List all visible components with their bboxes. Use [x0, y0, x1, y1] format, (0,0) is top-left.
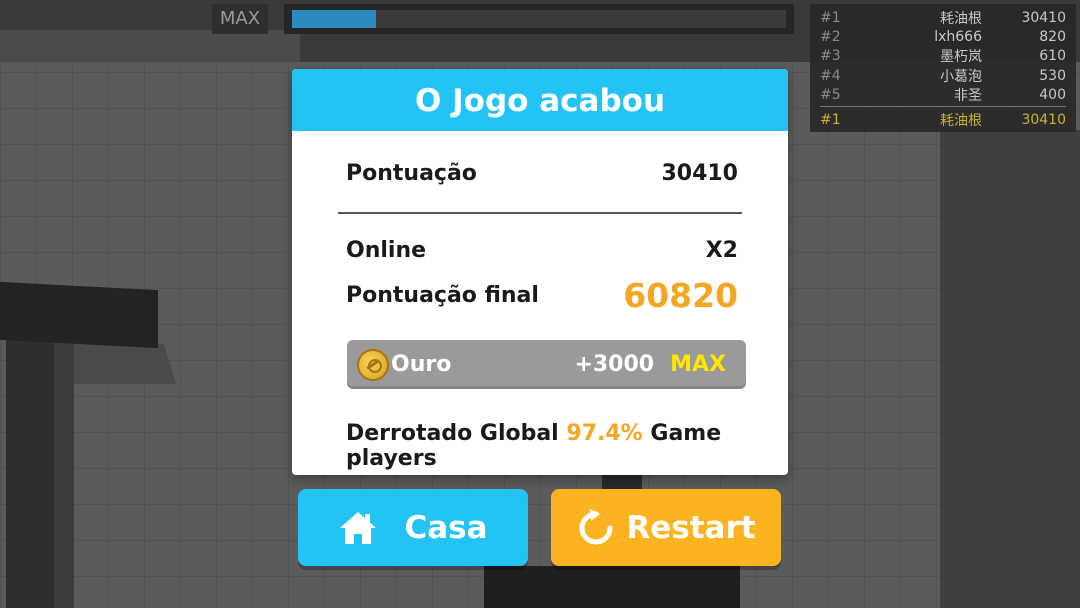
restart-button[interactable]: Restart [551, 489, 781, 566]
leaderboard-row: #1 耗油根 30410 [820, 8, 1066, 27]
max-label: MAX [212, 4, 268, 34]
world-pillar [6, 330, 54, 608]
game-over-dialog: O Jogo acabou Pontuação 30410 Online X2 … [292, 69, 788, 475]
world-ledge [0, 30, 300, 62]
leaderboard-score: 30410 [1021, 111, 1066, 128]
leaderboard-rank: #5 [820, 87, 841, 104]
home-icon [340, 511, 377, 544]
leaderboard-rank: #3 [820, 48, 841, 65]
defeated-prefix: Derrotado Global [346, 421, 559, 446]
final-score-row: Pontuação final 60820 [346, 276, 738, 315]
leaderboard-name: 小葛泡 [940, 68, 982, 85]
gold-label: Ouro [391, 352, 452, 377]
world-wall [940, 130, 1080, 608]
leaderboard-name: 非圣 [954, 88, 982, 105]
leaderboard-score: 530 [1039, 67, 1066, 84]
score-value: 30410 [661, 161, 738, 186]
leaderboard-rows: #1 耗油根 30410 #2 lxh666 820 #3 墨朽岚 610 #4… [820, 8, 1066, 105]
leaderboard-rank: #1 [820, 9, 841, 26]
leaderboard-row: #3 墨朽岚 610 [820, 47, 1066, 66]
dialog-title: O Jogo acabou [292, 69, 788, 131]
leaderboard-name: 耗油根 [940, 112, 982, 129]
dialog-divider [338, 212, 742, 214]
leaderboard-divider [820, 105, 1066, 107]
level-progress-bar [284, 4, 794, 34]
final-score-label: Pontuação final [346, 283, 539, 308]
leaderboard-row: #2 lxh666 820 [820, 27, 1066, 46]
defeated-stat: Derrotado Global 97.4% Game players [346, 421, 788, 471]
online-label: Online [346, 238, 427, 263]
leaderboard-row: #4 小葛泡 530 [820, 66, 1066, 85]
progress-fill [292, 10, 376, 28]
world-block [484, 566, 740, 608]
leaderboard: #1 耗油根 30410 #2 lxh666 820 #3 墨朽岚 610 #4… [810, 4, 1076, 132]
restart-button-label: Restart [626, 509, 756, 546]
leaderboard-row: #5 非圣 400 [820, 86, 1066, 105]
coin-icon [357, 348, 389, 381]
online-row: Online X2 [346, 238, 738, 263]
world-pillar-side [54, 330, 74, 608]
gold-reward-bar: Ouro +3000 MAX [347, 340, 746, 389]
leaderboard-name: lxh666 [934, 29, 982, 46]
final-score-value: 60820 [623, 276, 738, 315]
leaderboard-my-row: #1 耗油根 30410 [820, 110, 1066, 129]
score-label: Pontuação [346, 161, 477, 186]
online-multiplier: X2 [705, 238, 738, 263]
world-slab [0, 281, 158, 349]
score-row: Pontuação 30410 [346, 161, 738, 186]
leaderboard-score: 610 [1039, 48, 1066, 65]
leaderboard-score: 400 [1039, 87, 1066, 104]
restart-icon [579, 508, 613, 544]
leaderboard-name: 耗油根 [940, 10, 982, 27]
progress-track [292, 10, 786, 28]
leaderboard-rank: #1 [820, 111, 841, 128]
gold-max-badge: MAX [670, 352, 726, 377]
gold-amount: +3000 [574, 352, 655, 377]
leaderboard-rank: #2 [820, 29, 841, 46]
leaderboard-score: 30410 [1021, 9, 1066, 26]
leaderboard-name: 墨朽岚 [940, 49, 982, 66]
home-button-label: Casa [404, 509, 488, 546]
leaderboard-rank: #4 [820, 67, 841, 84]
defeated-percent: 97.4% [566, 421, 643, 446]
home-button[interactable]: Casa [298, 489, 528, 566]
leaderboard-score: 820 [1039, 29, 1066, 46]
